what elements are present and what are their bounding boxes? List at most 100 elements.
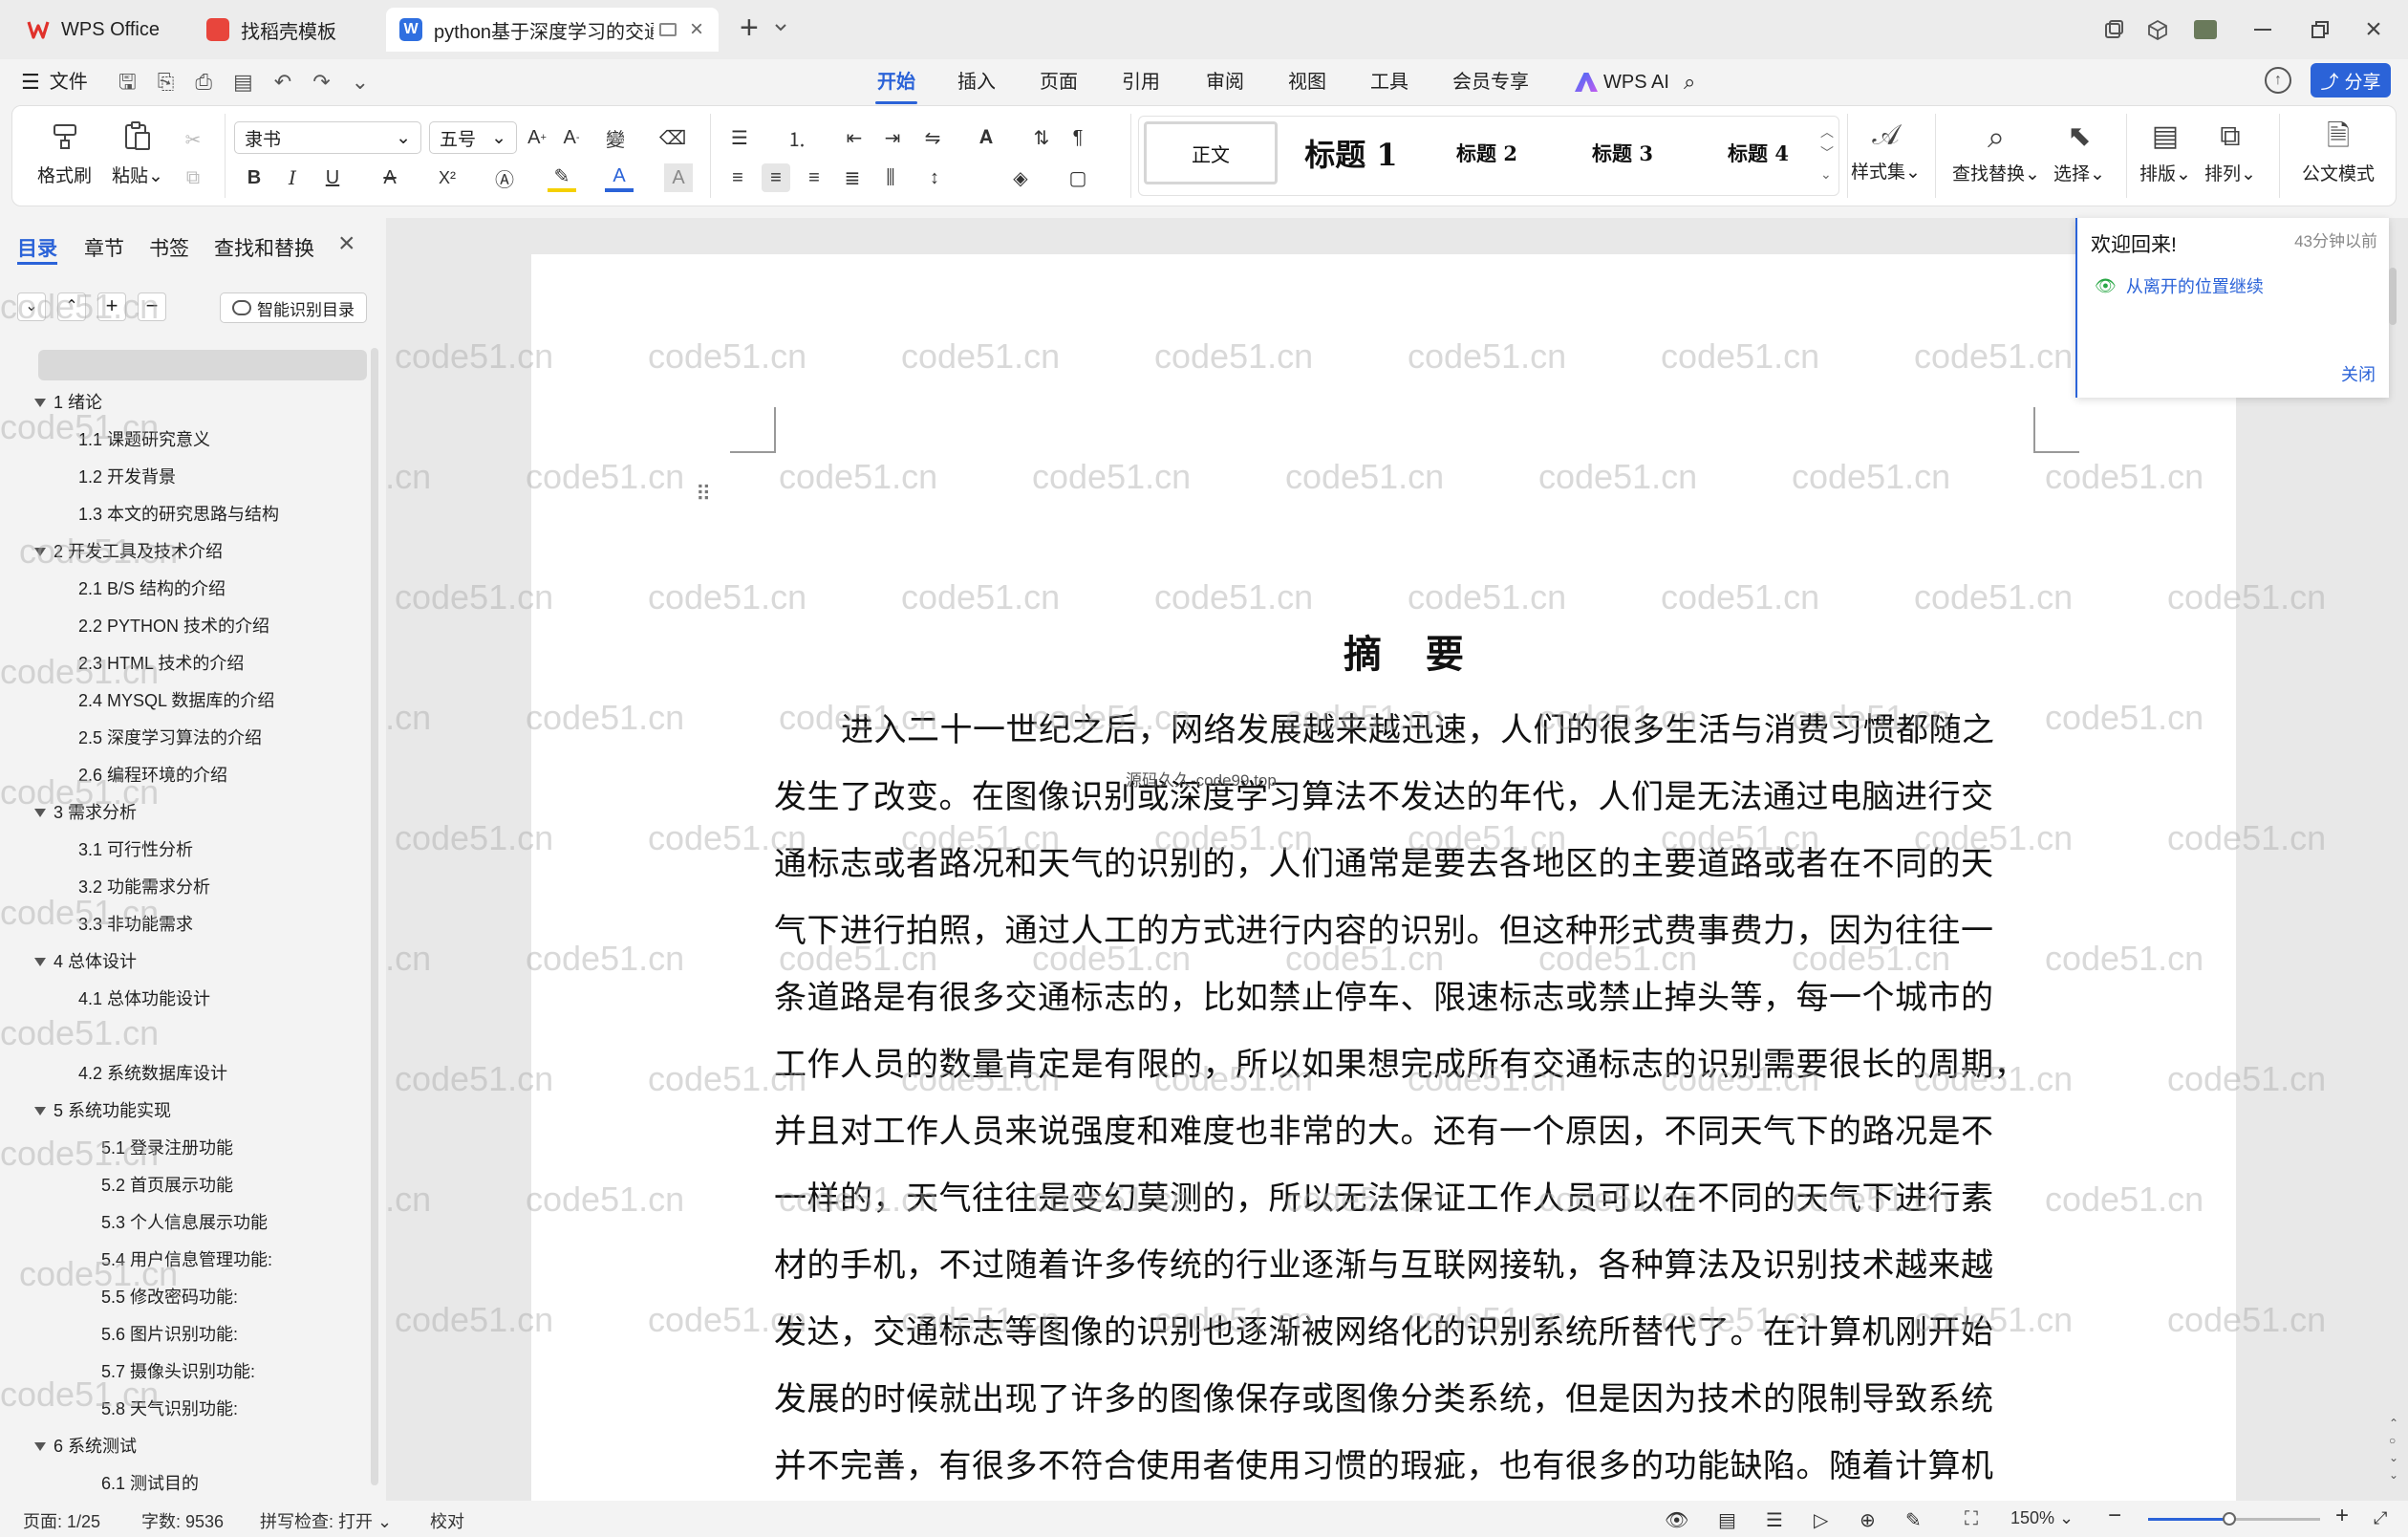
style-heading-2[interactable]: 标题 2 xyxy=(1423,121,1551,184)
sort-icon[interactable]: 𝐀 xyxy=(972,123,1000,152)
file-menu[interactable]: ☰ 文件 xyxy=(21,67,88,97)
align-center-icon[interactable]: ≡ xyxy=(762,163,790,192)
format-painter-button[interactable]: 格式刷 xyxy=(37,119,92,187)
toc-item[interactable]: 1 绪论 xyxy=(54,388,102,417)
strikethrough-button[interactable]: A xyxy=(376,163,404,192)
monitor-icon[interactable] xyxy=(659,23,677,36)
cloud-upload-icon[interactable]: ↑ xyxy=(2265,67,2291,94)
text-direction-icon[interactable]: ⇋ xyxy=(918,123,947,152)
expand-triangle-icon[interactable] xyxy=(34,809,46,817)
toc-item[interactable]: 2.1 B/S 结构的介绍 xyxy=(78,574,226,603)
tab-reference[interactable]: 引用 xyxy=(1122,67,1160,97)
style-heading-3[interactable]: 标题 3 xyxy=(1559,121,1687,184)
cube-icon[interactable] xyxy=(2140,13,2175,46)
expand-triangle-icon[interactable] xyxy=(34,548,46,556)
avatar[interactable] xyxy=(2188,13,2223,46)
paste-button[interactable]: 粘贴⌄ xyxy=(112,119,163,187)
zoom-out-icon[interactable]: − xyxy=(2108,1503,2121,1529)
play-icon[interactable]: ▷ xyxy=(1814,1508,1828,1532)
restore-icon[interactable] xyxy=(2303,13,2337,46)
tab-page[interactable]: 页面 xyxy=(1040,67,1078,97)
popup-close-link[interactable]: 关闭 xyxy=(2341,361,2376,386)
official-mode-button[interactable]: 🗎 公文模式 xyxy=(2302,119,2375,185)
increase-indent-icon[interactable]: ⇥ xyxy=(878,123,907,152)
toc-item[interactable]: 5.7 摄像头识别功能: xyxy=(101,1357,255,1386)
italic-button[interactable]: I xyxy=(278,163,307,192)
drag-handle-icon[interactable]: ⠿ xyxy=(696,482,711,507)
distribute-icon[interactable]: ⫼ xyxy=(876,163,905,192)
share-button[interactable]: ⤴ 分享 xyxy=(2311,63,2391,97)
align-right-icon[interactable]: ≡ xyxy=(800,163,828,192)
new-tab-icon[interactable]: + xyxy=(740,10,759,47)
eye-protect-icon[interactable]: 👁 xyxy=(1665,1508,1688,1532)
text-effect-icon[interactable]: Ⓐ xyxy=(490,163,519,192)
fit-page-icon[interactable]: ⛶ xyxy=(1965,1508,1978,1530)
sidebar-scrollbar[interactable] xyxy=(371,348,378,1485)
smart-toc-button[interactable]: 智能识别目录 xyxy=(220,292,367,323)
toc-item[interactable]: 1.3 本文的研究思路与结构 xyxy=(78,500,279,529)
shading-icon[interactable]: ◈ xyxy=(1006,163,1035,192)
search-icon[interactable]: ⌕ xyxy=(1684,67,1695,97)
chevron-down-icon[interactable]: ⌄ xyxy=(352,67,369,97)
pen-icon[interactable]: ✎ xyxy=(1905,1508,1922,1532)
toc-item[interactable]: 6 系统测试 xyxy=(54,1432,137,1461)
zoom-level[interactable]: 150% ⌄ xyxy=(2010,1508,2074,1528)
toc-item[interactable]: 5.5 修改密码功能: xyxy=(101,1283,238,1311)
gallery-scroll[interactable]: ︿ ﹀ ⌄ xyxy=(1820,121,1834,184)
numbered-list-icon[interactable]: ⒈ xyxy=(783,123,811,152)
window-close-icon[interactable]: × xyxy=(2356,13,2391,46)
wps-ai-button[interactable]: WPS AI xyxy=(1575,67,1669,97)
spell-check-toggle[interactable]: 拼写检查: 打开 ⌄ xyxy=(260,1508,392,1533)
char-shading-icon[interactable]: A xyxy=(664,163,693,192)
expand-triangle-icon[interactable] xyxy=(34,1107,46,1115)
tab-view[interactable]: 视图 xyxy=(1288,67,1326,97)
page-view-icon[interactable]: ▤ xyxy=(1718,1508,1736,1532)
close-icon[interactable]: × xyxy=(690,16,703,43)
add-heading-icon[interactable]: + xyxy=(97,292,126,321)
word-count[interactable]: 字数: 9536 xyxy=(141,1508,224,1533)
toc-item[interactable]: 3.3 非功能需求 xyxy=(78,910,193,939)
toc-item[interactable]: 2.2 PYTHON 技术的介绍 xyxy=(78,612,269,640)
align-left-icon[interactable]: ≡ xyxy=(723,163,752,192)
bold-button[interactable]: B xyxy=(240,163,269,192)
redo-icon[interactable]: ↷ xyxy=(312,67,330,97)
arrange-button[interactable]: ⧉ 排列⌄ xyxy=(2204,119,2256,185)
toc-search-bar[interactable] xyxy=(38,350,367,380)
show-marks-icon[interactable]: ¶ xyxy=(1064,123,1092,152)
toc-item[interactable]: 5.1 登录注册功能 xyxy=(101,1134,233,1162)
tab-find-replace[interactable]: 查找和替换 xyxy=(214,233,314,262)
outline-view-icon[interactable]: ☰ xyxy=(1766,1508,1783,1532)
collapse-all-icon[interactable]: ⌄ xyxy=(17,292,46,321)
tab-chapter[interactable]: 章节 xyxy=(84,233,124,262)
toc-item[interactable]: 2.5 深度学习算法的介绍 xyxy=(78,724,262,752)
page-indicator[interactable]: 页面: 1/25 xyxy=(23,1508,100,1533)
proofread-button[interactable]: 校对 xyxy=(430,1508,464,1533)
highlight-icon[interactable]: ✎ xyxy=(548,163,576,192)
style-set-button[interactable]: 𝒜 样式集⌄ xyxy=(1851,119,1921,184)
toc-item[interactable]: 4 总体设计 xyxy=(54,947,137,976)
toc-item[interactable]: 3.1 可行性分析 xyxy=(78,835,193,864)
line-spacing-icon[interactable]: ↕ xyxy=(920,163,949,192)
tab-toc[interactable]: 目录 xyxy=(17,233,57,262)
toc-item[interactable]: 5.2 首页展示功能 xyxy=(101,1171,233,1200)
tab-document[interactable]: W python基于深度学习的交通 × xyxy=(386,8,719,52)
tab-wps-office[interactable]: WPS Office xyxy=(13,8,182,52)
chevron-down-icon[interactable] xyxy=(774,23,787,32)
bullet-list-icon[interactable]: ☰ xyxy=(725,123,754,152)
expand-triangle-icon[interactable] xyxy=(34,958,46,966)
toc-item[interactable]: 4.2 系统数据库设计 xyxy=(78,1059,227,1088)
tab-member[interactable]: 会员专享 xyxy=(1452,67,1529,97)
toc-item[interactable]: 3 需求分析 xyxy=(54,798,137,827)
toc-item[interactable]: 3.2 功能需求分析 xyxy=(78,873,210,901)
remove-heading-icon[interactable]: − xyxy=(138,292,166,321)
toc-item[interactable]: 2.3 HTML 技术的介绍 xyxy=(78,649,244,678)
tab-review[interactable]: 审阅 xyxy=(1206,67,1244,97)
grow-font-icon[interactable]: A + xyxy=(523,123,551,152)
cut-icon[interactable]: ✂ xyxy=(179,125,207,154)
style-heading-4[interactable]: 标题 4 xyxy=(1694,121,1822,184)
clear-format-icon[interactable]: ⌫ xyxy=(658,123,687,152)
save-icon[interactable]: 🖫 xyxy=(118,67,137,97)
font-color-icon[interactable]: A xyxy=(605,163,634,192)
toc-item[interactable]: 4.1 总体功能设计 xyxy=(78,985,210,1013)
shrink-font-icon[interactable]: A- xyxy=(557,123,586,152)
